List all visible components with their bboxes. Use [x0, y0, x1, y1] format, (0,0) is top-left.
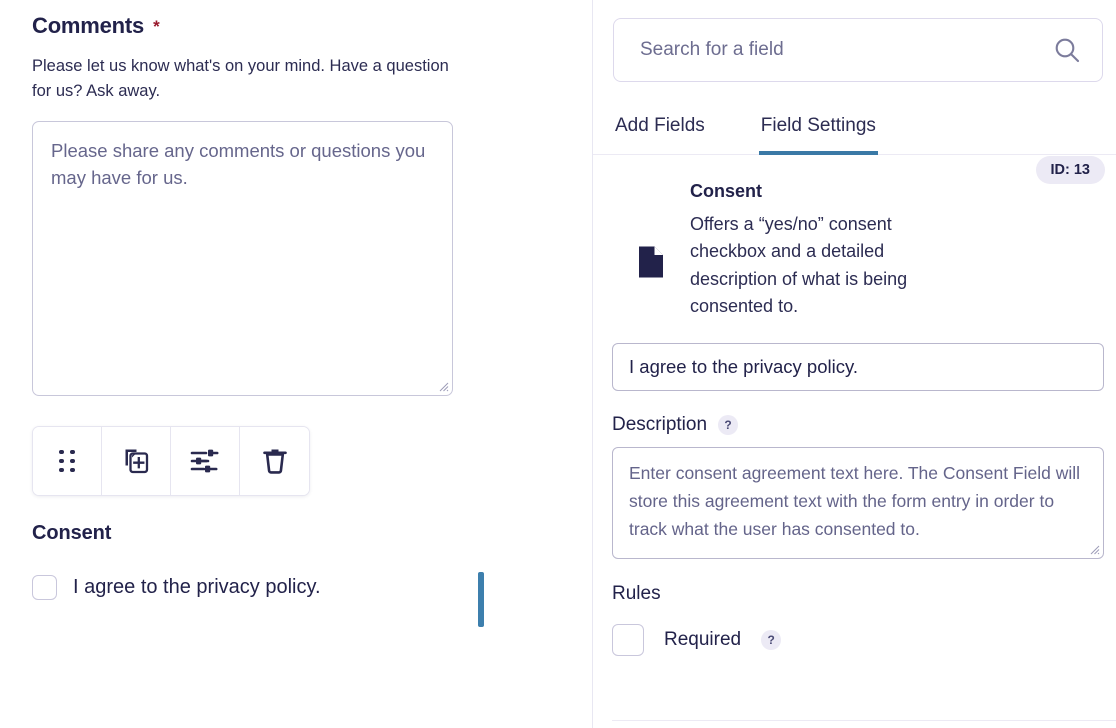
- tab-field-settings[interactable]: Field Settings: [758, 109, 878, 155]
- field-action-toolbar: [32, 426, 310, 497]
- resize-grip-icon: [439, 383, 449, 392]
- consent-field-heading: Consent: [32, 522, 112, 545]
- field-settings-panel: Search for a field Add Fields Field Sett…: [593, 0, 1116, 728]
- field-info-text: Consent Offers a “yes/no” consent checkb…: [690, 181, 1099, 320]
- rules-label-row: Rules: [612, 583, 1116, 605]
- rules-label: Rules: [612, 583, 661, 605]
- comments-field-description: Please let us know what's on your mind. …: [32, 57, 449, 101]
- drag-handle-icon: [59, 449, 75, 473]
- tab-add-fields[interactable]: Add Fields: [613, 109, 707, 155]
- field-settings-button[interactable]: [171, 427, 240, 496]
- resize-grip-icon: [1090, 546, 1100, 555]
- field-info-description: Offers a “yes/no” consent checkbox and a…: [690, 214, 908, 317]
- comments-textarea-placeholder: Please share any comments or questions y…: [51, 140, 426, 188]
- form-preview-panel: Comments * Please let us know what's on …: [0, 0, 593, 728]
- description-label-row: Description ?: [612, 414, 1116, 436]
- duplicate-field-button[interactable]: [102, 427, 171, 496]
- description-label: Description: [612, 414, 708, 436]
- consent-checkbox-label: I agree to the privacy policy.: [73, 576, 321, 599]
- field-label-input-value: I agree to the privacy policy.: [629, 356, 858, 378]
- form-builder-screen: Comments * Please let us know what's on …: [0, 0, 1116, 728]
- search-input[interactable]: Search for a field: [640, 39, 1052, 61]
- drag-handle-button[interactable]: [33, 427, 102, 496]
- sliders-icon: [190, 450, 219, 473]
- description-help-icon[interactable]: ?: [718, 415, 739, 436]
- search-field-box[interactable]: Search for a field: [613, 18, 1103, 82]
- status-badge: ID: 13: [1035, 156, 1105, 184]
- search-icon[interactable]: [1052, 35, 1082, 65]
- text-cursor-indicator: [478, 572, 484, 627]
- required-help-icon[interactable]: ?: [761, 630, 782, 651]
- required-label: Required: [664, 629, 742, 651]
- trash-icon: [262, 449, 287, 475]
- duplicate-icon: [125, 449, 149, 474]
- document-icon: [612, 181, 690, 320]
- field-info-title: Consent: [690, 181, 762, 201]
- description-textarea[interactable]: Enter consent agreement text here. The C…: [612, 447, 1104, 560]
- description-textarea-placeholder: Enter consent agreement text here. The C…: [629, 463, 1081, 539]
- comments-field-block: Comments * Please let us know what's on …: [0, 0, 592, 601]
- comments-textarea[interactable]: Please share any comments or questions y…: [32, 121, 453, 397]
- field-label-input[interactable]: I agree to the privacy policy.: [612, 343, 1104, 392]
- required-asterisk-icon: *: [153, 17, 160, 36]
- settings-tabs: Add Fields Field Settings: [593, 108, 1116, 155]
- consent-checkbox[interactable]: [32, 575, 57, 601]
- required-checkbox[interactable]: [612, 624, 644, 657]
- search-section: Search for a field: [593, 0, 1116, 82]
- comments-field-label: Comments: [32, 13, 145, 38]
- delete-field-button[interactable]: [240, 427, 309, 496]
- page-title: Comments *: [32, 0, 560, 39]
- panel-bottom-divider: [612, 720, 1116, 721]
- required-rule-row: Required ?: [612, 624, 1116, 657]
- field-info-card: Consent Offers a “yes/no” consent checkb…: [593, 155, 1116, 320]
